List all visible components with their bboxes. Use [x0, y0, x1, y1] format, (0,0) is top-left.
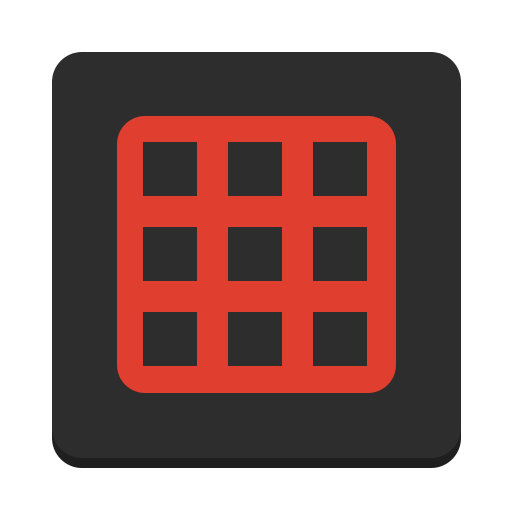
grid-cell — [313, 227, 367, 281]
grid-cell — [228, 227, 282, 281]
app-icon[interactable] — [0, 0, 512, 512]
grid-icon — [117, 116, 396, 393]
grid-cell — [228, 142, 282, 196]
grid-cell — [143, 227, 197, 281]
grid-cell — [313, 312, 367, 366]
grid-cell — [143, 312, 197, 366]
canvas — [0, 0, 512, 512]
grid-cell — [313, 142, 367, 196]
grid-cell — [143, 142, 197, 196]
grid-cell — [228, 312, 282, 366]
grid-cells — [143, 142, 367, 366]
